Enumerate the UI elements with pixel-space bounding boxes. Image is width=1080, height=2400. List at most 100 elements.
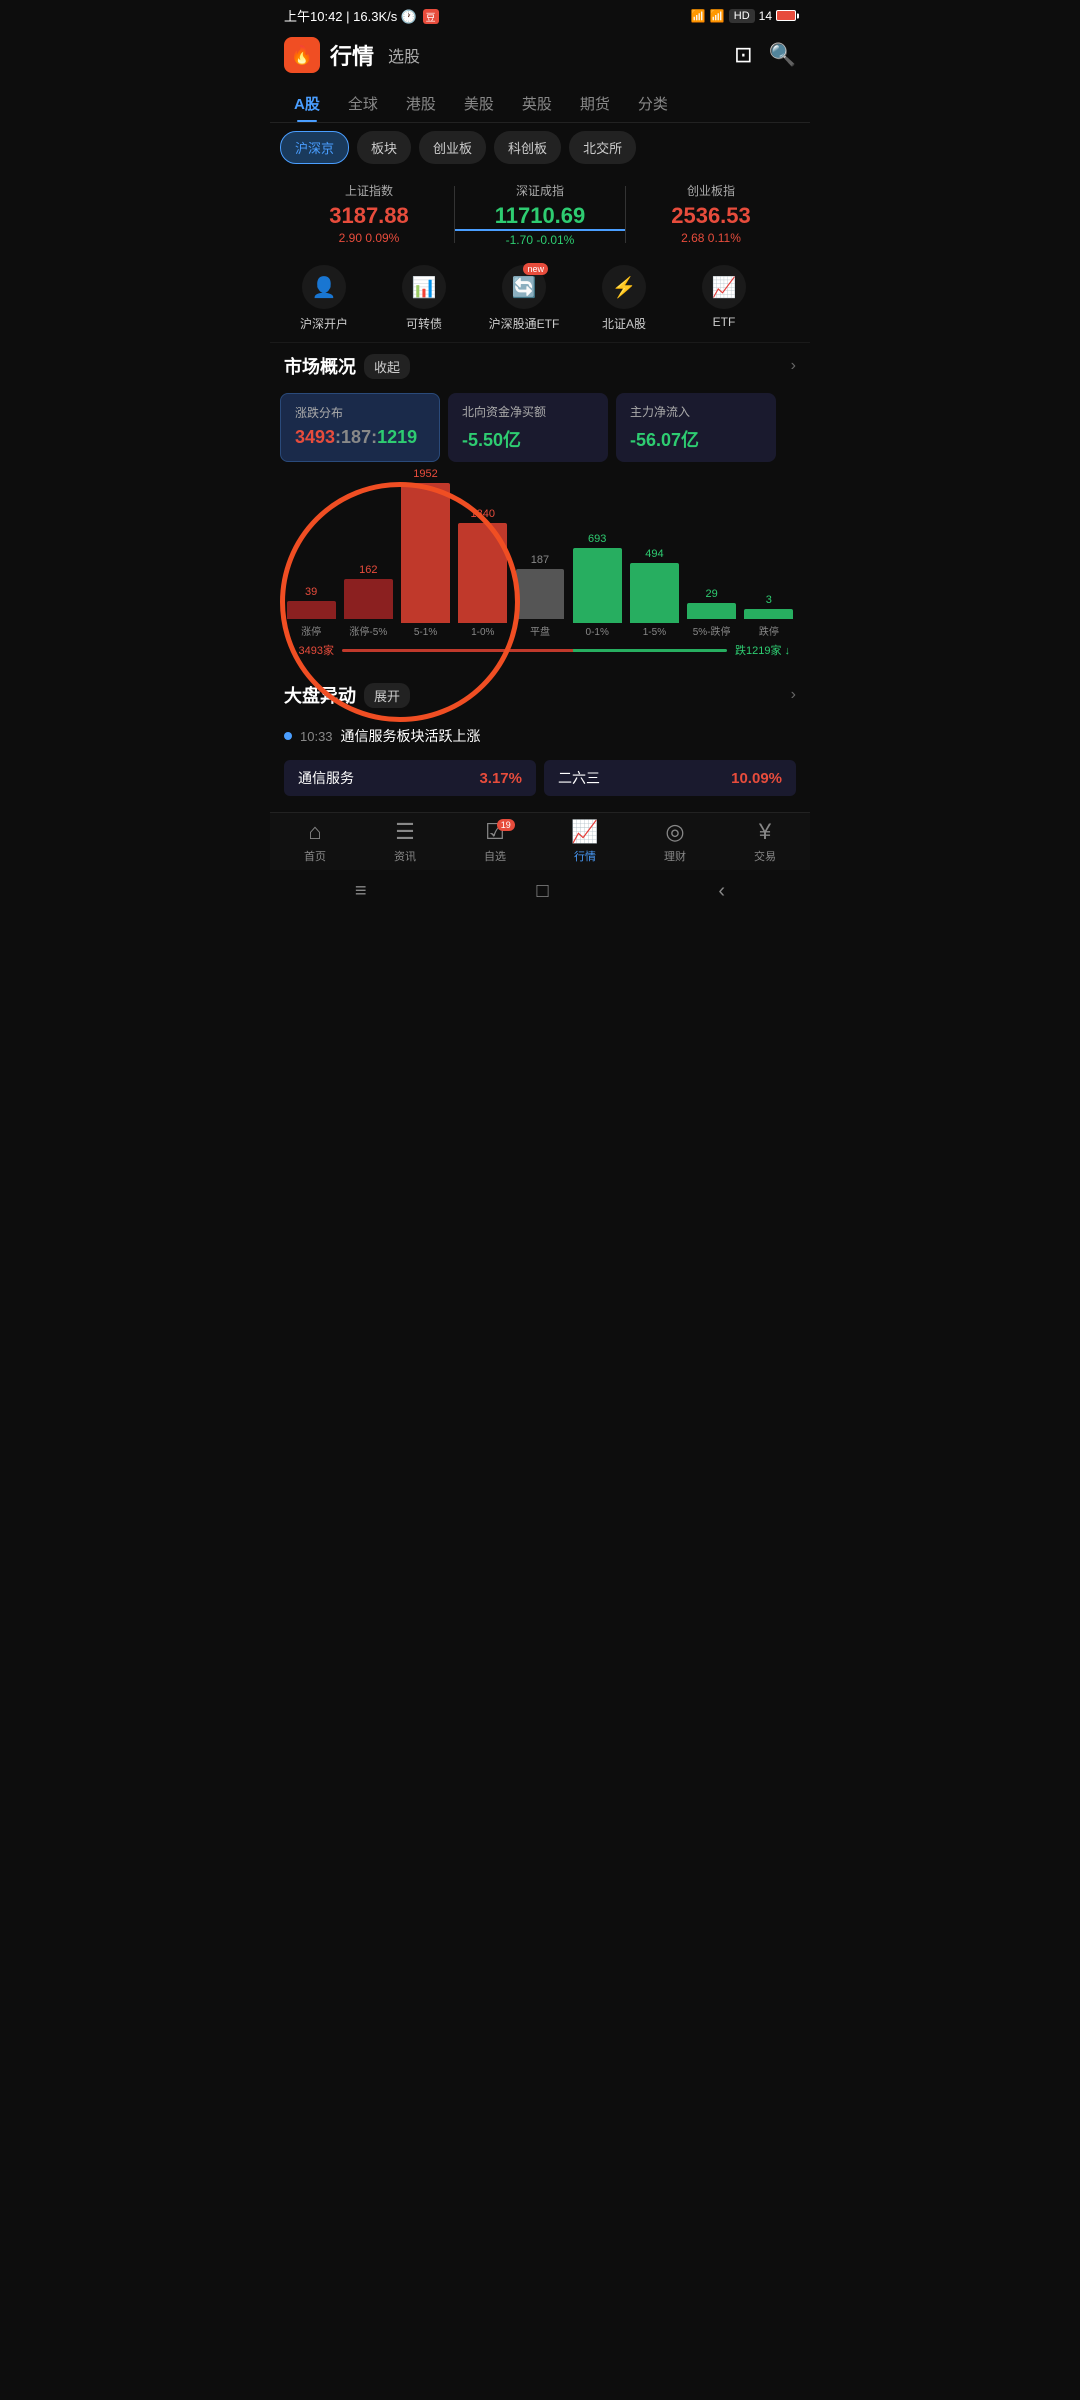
main-tab-cat[interactable]: 分类 [624, 85, 682, 122]
bar-flat [516, 569, 565, 619]
nav-item-watchlist[interactable]: 19 ☑ 自选 [450, 819, 540, 864]
stock-pct-1: 10.09% [731, 770, 782, 787]
anomaly-title: 大盘异动 [284, 682, 356, 708]
sub-tab-beijiao[interactable]: 北交所 [569, 131, 636, 164]
bar-group-dn-limit[interactable]: 3跌停 [742, 468, 796, 638]
main-tab-futures[interactable]: 期货 [566, 85, 624, 122]
chart-up-count: ↑ 3493家 [290, 642, 334, 658]
index-item-1[interactable]: 深证成指 11710.69 -1.70 -0.01% [455, 182, 625, 247]
quick-icon-convert: 📊 [402, 265, 446, 309]
market-card-distribution[interactable]: 涨跌分布 3493:187:1219 [280, 393, 440, 462]
market-section-header: 市场概况 收起 › [270, 343, 810, 389]
quick-item-convert[interactable]: 📊 可转债 [374, 265, 474, 332]
bar-up-5 [344, 579, 393, 619]
battery-icon [776, 10, 796, 21]
stock-tag-0[interactable]: 通信服务 3.17% [284, 760, 536, 796]
market-card-north[interactable]: 北向资金净买额 -5.50亿 [448, 393, 608, 462]
chart-dn-count: 跌1219家 ↓ [735, 642, 790, 658]
bar-group-up-0[interactable]: 13401-0% [456, 468, 510, 638]
card-value-main: -56.07亿 [630, 426, 762, 452]
search-button[interactable]: 🔍 [769, 42, 796, 68]
quick-label-etf2: ETF [713, 315, 736, 329]
sys-back-button[interactable]: ‹ [718, 880, 725, 903]
sub-tab-chuangye[interactable]: 创业板 [419, 131, 486, 164]
system-nav: ≡ □ ‹ [270, 870, 810, 917]
nav-label-market: 行情 [574, 848, 596, 864]
bar-bottom-label-dn-limit: 跌停 [759, 623, 779, 638]
bar-bottom-label-dn-0: 0-1% [586, 627, 609, 638]
main-tab-uk[interactable]: 英股 [508, 85, 566, 122]
stock-tag-1[interactable]: 二六三 10.09% [544, 760, 796, 796]
quick-label-beizheng: 北证A股 [602, 315, 646, 332]
card-value-distribution: 3493:187:1219 [295, 427, 425, 448]
main-tab-global[interactable]: 全球 [334, 85, 392, 122]
status-bar: 上午10:42 | 16.3K/s 🕐 豆 📶 📶 HD 14 [270, 0, 810, 29]
sub-tab-kechuang[interactable]: 科创板 [494, 131, 561, 164]
main-tab-hk[interactable]: 港股 [392, 85, 450, 122]
nav-icon-trade: ¥ [759, 819, 771, 845]
new-badge-etf: new [523, 263, 548, 275]
bar-group-dn-1[interactable]: 4941-5% [627, 468, 681, 638]
app-logo: 🔥 [284, 37, 320, 73]
bar-group-up-limit[interactable]: 39 涨停 [284, 468, 338, 638]
quick-icon-account: 👤 [302, 265, 346, 309]
nav-badge-watchlist: 19 [497, 819, 515, 831]
bar-bottom-label-up-0: 1-0% [471, 627, 494, 638]
nav-item-home[interactable]: ⌂ 首页 [270, 819, 360, 864]
index-section: 上证指数 3187.88 2.90 0.09% 深证成指 11710.69 -1… [270, 172, 810, 255]
bar-group-flat[interactable]: 187平盘 [513, 468, 567, 638]
bar-group-up-1[interactable]: 19525-1% [398, 468, 452, 638]
bar-group-dn-0[interactable]: 6930-1% [570, 468, 624, 638]
bar-bottom-label-up-limit: 涨停 [301, 623, 321, 638]
nav-item-wealth[interactable]: ◎ 理财 [630, 819, 720, 864]
nav-item-news[interactable]: ☰ 资讯 [360, 819, 450, 864]
anomaly-toggle-button[interactable]: 展开 [364, 683, 410, 708]
nav-label-home: 首页 [304, 848, 326, 864]
quick-icon-beizheng: ⚡ [602, 265, 646, 309]
nav-label-news: 资讯 [394, 848, 416, 864]
nav-label-trade: 交易 [754, 848, 776, 864]
sub-tab-hushen[interactable]: 沪深京 [280, 131, 349, 164]
nav-item-trade[interactable]: ¥ 交易 [720, 819, 810, 864]
bar-top-label-up-limit: 39 [305, 586, 317, 598]
main-tabs: A股全球港股美股英股期货分类 [270, 81, 810, 123]
main-tab-us[interactable]: 美股 [450, 85, 508, 122]
index-change-1: -1.70 -0.01% [455, 233, 625, 247]
quick-label-etf: 沪深股通ETF [489, 315, 560, 332]
sys-home-button[interactable]: □ [536, 880, 548, 903]
bar-bottom-label-flat: 平盘 [530, 623, 550, 638]
market-toggle-button[interactable]: 收起 [364, 354, 410, 379]
status-time: 上午10:42 [284, 9, 343, 24]
anomaly-text: 通信服务板块活跃上涨 [341, 726, 481, 746]
stock-name-1: 二六三 [558, 768, 600, 788]
quick-item-etf[interactable]: 🔄 new 沪深股通ETF [474, 265, 574, 332]
bottom-nav: ⌂ 首页 ☰ 资讯 19 ☑ 自选 📈 行情 ◎ 理财 ¥ 交易 [270, 812, 810, 870]
export-button[interactable]: ⊡ [734, 42, 752, 68]
bar-dn-5 [687, 603, 736, 619]
sys-menu-button[interactable]: ≡ [355, 880, 367, 903]
bar-group-dn-5[interactable]: 295%-跌停 [685, 468, 739, 638]
sub-tabs: 沪深京板块创业板科创板北交所 [270, 123, 810, 172]
index-item-2[interactable]: 创业板指 2536.53 2.68 0.11% [626, 182, 796, 247]
bar-group-up-5[interactable]: 162涨停-5% [341, 468, 395, 638]
quick-item-beizheng[interactable]: ⚡ 北证A股 [574, 265, 674, 332]
anomaly-section: 大盘异动 展开 › 10:33 通信服务板块活跃上涨 通信服务 3.17% 二六… [270, 672, 810, 812]
index-name-1: 深证成指 [455, 182, 625, 199]
quick-label-account: 沪深开户 [300, 315, 348, 332]
market-card-main[interactable]: 主力净流入 -56.07亿 [616, 393, 776, 462]
card-title-north: 北向资金净买额 [462, 403, 594, 420]
bar-bottom-label-up-1: 5-1% [414, 627, 437, 638]
main-tab-a[interactable]: A股 [280, 85, 334, 122]
bar-bottom-label-dn-5: 5%-跌停 [693, 623, 731, 638]
hd-badge: HD [729, 9, 755, 23]
card-title-main: 主力净流入 [630, 403, 762, 420]
stock-name-0: 通信服务 [298, 768, 354, 788]
bar-dn-0 [573, 548, 622, 623]
quick-item-etf2[interactable]: 📈 ETF [674, 265, 774, 332]
quick-item-account[interactable]: 👤 沪深开户 [274, 265, 374, 332]
stock-pct-0: 3.17% [479, 770, 522, 787]
sub-tab-block[interactable]: 板块 [357, 131, 411, 164]
nav-icon-market: 📈 [571, 819, 598, 845]
nav-item-market[interactable]: 📈 行情 [540, 819, 630, 864]
index-item-0[interactable]: 上证指数 3187.88 2.90 0.09% [284, 182, 454, 247]
